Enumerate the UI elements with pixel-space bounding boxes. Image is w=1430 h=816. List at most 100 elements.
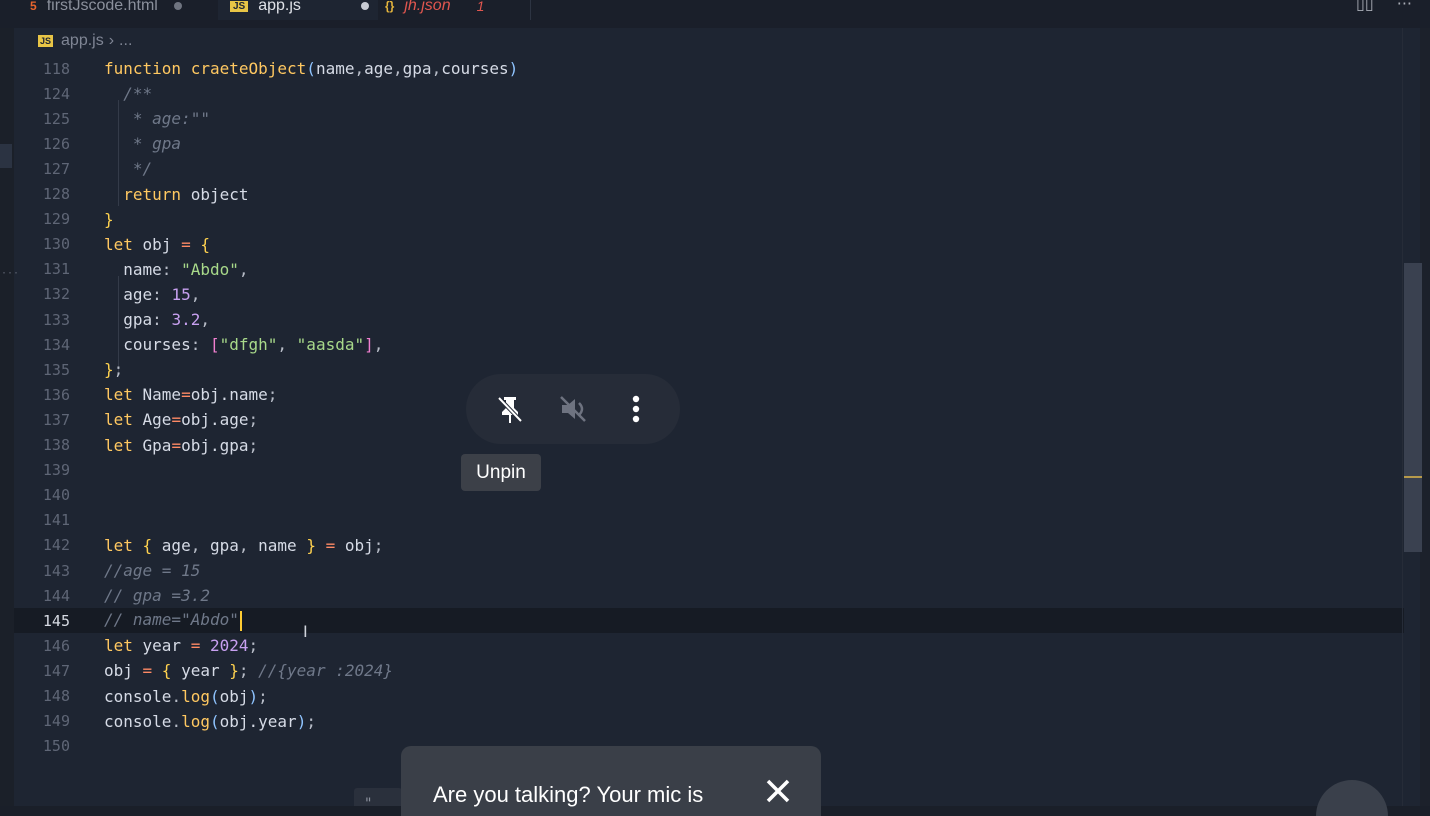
code-token: , — [200, 310, 210, 329]
line-number: 145 — [42, 611, 70, 630]
code-line[interactable]: 140 — [14, 483, 1404, 508]
code-line[interactable]: 141 — [14, 508, 1404, 533]
code-text[interactable]: console.log(obj); — [104, 687, 268, 706]
code-line[interactable]: 128 return object — [14, 182, 1404, 207]
code-text[interactable]: // name="Abdo" — [104, 610, 242, 631]
code-token: * gpa — [104, 134, 182, 154]
more-vert-icon — [633, 395, 640, 423]
code-line[interactable]: 125 * age:"" — [14, 106, 1404, 131]
code-token: console — [104, 686, 172, 706]
code-line[interactable]: 130 let obj = { — [14, 232, 1404, 257]
code-line[interactable]: 142 let { age, gpa, name } = obj; — [14, 533, 1404, 558]
code-line[interactable]: 148 console.log(obj); — [14, 684, 1404, 709]
line-number: 124 — [42, 84, 70, 103]
code-token: } — [104, 360, 114, 380]
more-actions-icon[interactable]: ··· — [1397, 0, 1412, 13]
code-token: } — [104, 209, 114, 229]
code-token: * age:"" — [104, 109, 210, 129]
code-token: let — [104, 435, 143, 455]
more-options-button[interactable] — [614, 387, 658, 431]
split-editor-icon[interactable]: ▯▯ — [1356, 0, 1374, 13]
code-token: log — [181, 686, 210, 706]
unsaved-dot-icon — [173, 2, 182, 10]
code-text[interactable]: // gpa =3.2 — [104, 586, 210, 605]
code-line[interactable]: 137 let Age=obj.age; — [14, 407, 1404, 432]
code-line[interactable]: 133 gpa: 3.2, — [14, 307, 1404, 332]
code-line[interactable]: 139 — [14, 458, 1404, 483]
code-text[interactable]: let Gpa=obj.gpa; — [104, 436, 258, 455]
line-number: 142 — [42, 536, 70, 555]
code-line[interactable]: 132 age: 15, — [14, 282, 1404, 307]
code-text[interactable]: courses: ["dfgh", "aasda"], — [104, 335, 383, 354]
toast-message: Are you talking? Your mic is — [433, 782, 704, 807]
code-line[interactable]: 144 // gpa =3.2 — [14, 583, 1404, 608]
line-number: 131 — [42, 260, 70, 279]
code-token: name — [104, 259, 162, 279]
code-line[interactable]: 118 function craeteObject(name,age,gpa,co… — [14, 56, 1404, 81]
code-line[interactable]: 135}; — [14, 357, 1404, 382]
code-line[interactable]: 143 //age = 15 — [14, 558, 1404, 583]
code-token: let — [104, 636, 143, 656]
code-line[interactable]: 131 name: "Abdo", — [14, 257, 1404, 282]
code-line[interactable]: 126 * gpa — [14, 131, 1404, 156]
code-token: obj — [219, 686, 249, 706]
unpin-tooltip: Unpin — [461, 454, 541, 491]
code-line[interactable]: 149 console.log(obj.year); — [14, 709, 1404, 734]
code-token: courses — [441, 59, 509, 78]
code-line[interactable]: 145 // name="Abdo" — [14, 608, 1404, 634]
code-token: obj — [142, 234, 182, 254]
code-text[interactable]: let Name=obj.name; — [104, 385, 277, 404]
close-icon — [766, 779, 790, 803]
code-token: obj — [344, 535, 374, 555]
mute-audio-button[interactable] — [551, 387, 595, 431]
code-line[interactable]: 146 let year = 2024; — [14, 633, 1404, 658]
code-token: let — [104, 385, 143, 405]
code-text[interactable]: age: 15, — [104, 285, 200, 304]
vertical-scrollbar-thumb[interactable] — [1404, 263, 1422, 552]
tab-app-js[interactable]: JS app.js — [218, 0, 378, 20]
code-text[interactable]: function craeteObject(name,age,gpa,cours… — [104, 59, 518, 78]
code-text[interactable]: * gpa — [104, 134, 181, 153]
text-caret — [239, 610, 242, 631]
code-text[interactable]: let year = 2024; — [104, 636, 258, 655]
code-text[interactable]: return object — [104, 185, 248, 204]
code-line[interactable]: 138 let Gpa=obj.gpa; — [14, 433, 1404, 458]
code-token: ; — [248, 435, 259, 455]
code-editor[interactable]: 118 function craeteObject(name,age,gpa,co… — [14, 56, 1404, 796]
code-text[interactable]: //age = 15 — [104, 561, 200, 580]
code-line[interactable]: 127 */ — [14, 156, 1404, 181]
code-token: //age = 15 — [104, 561, 201, 580]
html5-icon: 5 — [30, 0, 37, 13]
unpin-button[interactable] — [488, 387, 532, 431]
code-text[interactable]: } — [104, 210, 114, 229]
code-line[interactable]: 147 obj = { year }; //{year :2024} — [14, 658, 1404, 683]
code-text[interactable]: let obj = { — [104, 235, 210, 254]
breadcrumb-symbol[interactable]: ... — [119, 32, 132, 50]
code-line[interactable]: 136 let Name=obj.name; — [14, 382, 1404, 407]
code-token: , — [238, 259, 249, 279]
unsaved-dot-icon[interactable] — [360, 2, 369, 10]
code-text[interactable]: obj = { year }; //{year :2024} — [104, 661, 393, 680]
code-token: age — [364, 59, 394, 78]
code-token: ) — [508, 59, 519, 78]
tab-first-js-code-html[interactable]: 5 firstJscode.html — [30, 0, 182, 20]
code-text[interactable]: let Age=obj.age; — [104, 410, 258, 429]
code-token: . — [171, 711, 182, 731]
toast-close-button[interactable] — [761, 774, 795, 808]
code-token: [ — [209, 335, 220, 355]
code-text[interactable]: }; — [104, 360, 123, 379]
code-line[interactable]: 124 /** — [14, 81, 1404, 106]
line-number: 139 — [42, 461, 70, 480]
code-text[interactable]: gpa: 3.2, — [104, 310, 210, 329]
tab-jh-json[interactable]: {} jh.json 1 — [385, 0, 484, 20]
breadcrumb-file[interactable]: app.js — [61, 32, 104, 50]
code-text[interactable]: */ — [104, 159, 152, 178]
code-text[interactable]: console.log(obj.year); — [104, 712, 316, 731]
code-text[interactable]: * age:"" — [104, 109, 210, 128]
code-text[interactable]: /** — [104, 84, 152, 103]
code-line[interactable]: 134 courses: ["dfgh", "aasda"], — [14, 332, 1404, 357]
code-text[interactable]: let { age, gpa, name } = obj; — [104, 536, 383, 555]
code-text[interactable]: name: "Abdo", — [104, 259, 249, 279]
code-line[interactable]: 129} — [14, 207, 1404, 232]
line-number: 125 — [42, 109, 70, 128]
